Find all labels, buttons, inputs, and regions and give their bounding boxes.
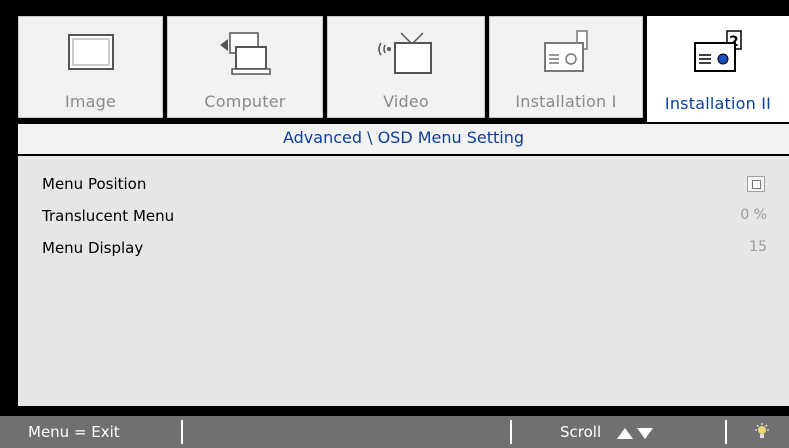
tab-label: Computer [204, 92, 286, 111]
setting-row-translucent-menu[interactable]: Translucent Menu 0 % [18, 202, 789, 232]
computer-icon [220, 32, 271, 75]
footer-bar: Menu = Exit Scroll [0, 416, 789, 448]
installation-1-icon [544, 30, 588, 72]
lamp-icon [755, 423, 769, 438]
tab-installation-2[interactable]: 2 Installation II [647, 16, 789, 126]
tab-video[interactable]: Video [327, 16, 485, 118]
tab-bar: Image Computer Video Installation I Inst… [10, 10, 789, 126]
tab-computer[interactable]: Computer [167, 16, 323, 118]
settings-panel: Menu Position Translucent Menu 0 % Menu … [18, 156, 789, 406]
video-icon [378, 32, 432, 74]
setting-value: 15 [749, 239, 767, 255]
scroll-hint: Scroll [560, 423, 602, 441]
separator [510, 420, 512, 444]
submenu-title: Advanced \ OSD Menu Setting [18, 122, 789, 154]
setting-label: Menu Display [42, 239, 144, 257]
setting-label: Translucent Menu [42, 207, 175, 225]
installation-2-icon: 2 [694, 30, 742, 72]
tab-label: Image [64, 92, 117, 111]
tab-label: Video [383, 92, 429, 111]
tab-image[interactable]: Image [18, 16, 163, 118]
osd-menu: Image Computer Video Installation I Inst… [10, 10, 789, 408]
tab-label: Installation II [664, 94, 772, 113]
separator [181, 420, 183, 444]
separator [725, 420, 727, 444]
setting-label: Menu Position [42, 175, 147, 193]
setting-row-menu-display[interactable]: Menu Display 15 [18, 234, 789, 264]
tab-label: Installation I [515, 92, 617, 111]
tab-installation-1[interactable]: Installation I [489, 16, 643, 118]
up-down-arrows-icon [617, 428, 653, 439]
setting-row-menu-position[interactable]: Menu Position [18, 170, 789, 200]
menu-exit-hint: Menu = Exit [28, 423, 120, 441]
image-icon [67, 34, 114, 70]
setting-value: 0 % [740, 207, 767, 223]
menu-position-icon [747, 176, 765, 192]
